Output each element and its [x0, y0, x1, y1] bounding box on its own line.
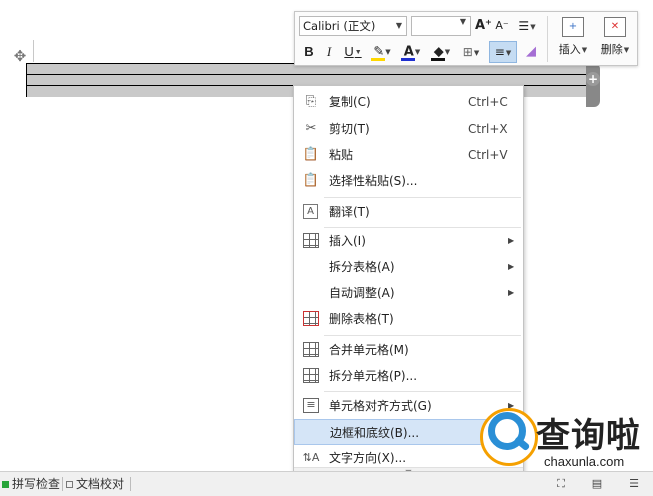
menu-item-cut[interactable]: ✂ 剪切(T) Ctrl+X [294, 116, 523, 142]
menu-item-label: 剪切(T) [329, 122, 370, 136]
border-grid-icon: ⊞ [462, 45, 473, 59]
line-spacing-icon: ☰ [518, 19, 530, 33]
italic-button[interactable]: I [321, 42, 337, 62]
shrink-font-button[interactable]: A⁻ [494, 16, 510, 36]
line-spacing-button[interactable]: ☰▼ [513, 16, 541, 36]
menu-item-shortcut: Ctrl+V [468, 148, 508, 162]
menu-item-delete-table[interactable]: 删除表格(T) [294, 306, 523, 332]
insert-button[interactable]: + 插入▼ [551, 15, 595, 63]
add-column-icon[interactable]: + [586, 72, 600, 86]
shading-button[interactable]: ◆▼ [429, 42, 455, 62]
menu-item-shortcut: Ctrl+C [468, 95, 508, 109]
logo-text: 查询啦 [536, 416, 641, 456]
watermark-logo: 查询啦 chaxunla.com [474, 404, 653, 476]
eraser-icon: ◢ [526, 44, 536, 59]
paste-special-icon: 📋 [302, 173, 320, 188]
menu-separator [324, 391, 521, 392]
menu-item-label: 删除表格(T) [329, 312, 394, 326]
menu-item-label: 拆分表格(A) [329, 260, 395, 274]
fullscreen-icon: ⛶ [557, 477, 565, 490]
menu-item-shortcut: Ctrl+X [468, 122, 508, 136]
chevron-down-icon: ▼ [459, 17, 466, 26]
menu-item-label: 复制(C) [329, 95, 371, 109]
translate-icon: A [303, 204, 318, 219]
delete-button[interactable]: ✕ 删除▼ [593, 15, 637, 63]
menu-item-label: 翻译(T) [329, 205, 370, 219]
doc-proof-toggle[interactable]: 文档校对 [66, 475, 124, 493]
paste-icon: 📋 [302, 147, 320, 162]
menu-item-label: 拆分单元格(P)... [329, 369, 418, 383]
logo-domain: chaxunla.com [544, 454, 625, 469]
spell-check-label: 拼写检查 [12, 477, 61, 491]
font-name-value: Calibri (正文) [303, 19, 376, 33]
menu-item-split-table[interactable]: 拆分表格(A) ▶ [294, 254, 523, 280]
menu-separator [324, 197, 521, 198]
delete-label: 删除 [600, 43, 623, 56]
chevron-right-icon: ▶ [508, 236, 515, 245]
menu-item-split-cells[interactable]: 拆分单元格(P)... [294, 363, 523, 389]
chevron-right-icon: ▶ [508, 288, 515, 297]
copy-icon: ⎘ [305, 94, 317, 109]
align-left-icon: ≡ [494, 45, 505, 59]
page-view-button[interactable]: ▤ [588, 475, 606, 493]
menu-item-label: 单元格对齐方式(G) [329, 399, 432, 413]
status-indicator-icon [2, 481, 9, 488]
highlight-button[interactable]: ✎▼ [369, 42, 395, 62]
margin-marker [33, 40, 34, 62]
menu-item-merge-cells[interactable]: 合并单元格(M) [294, 337, 523, 363]
outline-view-button[interactable]: ☰ [625, 475, 643, 493]
focus-mode-button[interactable]: ⛶ [552, 475, 570, 493]
chevron-right-icon: ▶ [508, 262, 515, 271]
menu-item-translate[interactable]: A 翻译(T) [294, 199, 523, 225]
outline-view-icon: ☰ [629, 477, 639, 490]
menu-item-label: 自动调整(A) [329, 286, 395, 300]
font-size-select[interactable]: ▼ [411, 16, 471, 36]
page-view-icon: ▤ [591, 477, 603, 490]
underline-label: U [344, 44, 354, 59]
menu-item-label: 插入(I) [329, 234, 366, 248]
insert-label: 插入 [558, 43, 581, 56]
menu-item-label: 合并单元格(M) [329, 343, 409, 357]
eraser-button[interactable]: ◢ [522, 42, 540, 62]
merge-cells-icon [303, 342, 319, 357]
split-cells-icon [303, 368, 319, 383]
status-divider [62, 477, 63, 491]
menu-item-autofit[interactable]: 自动调整(A) ▶ [294, 280, 523, 306]
table-insert-icon: + [562, 17, 584, 37]
menu-separator [324, 335, 521, 336]
menu-item-label: 选择性粘贴(S)... [329, 174, 418, 188]
menu-item-copy[interactable]: ⎘ 复制(C) Ctrl+C [294, 89, 523, 115]
underline-button[interactable]: U▼ [341, 42, 365, 62]
font-name-select[interactable]: Calibri (正文) ▼ [299, 16, 407, 36]
spell-check-toggle[interactable]: 拼写检查 [2, 475, 60, 493]
menu-item-insert[interactable]: 插入(I) ▶ [294, 228, 523, 254]
menu-item-paste-special[interactable]: 📋 选择性粘贴(S)... [294, 168, 523, 194]
text-direction-icon: ⇅A [302, 451, 320, 464]
table-insert-icon [303, 233, 319, 248]
menu-item-label: 粘贴 [329, 148, 354, 162]
scissors-icon: ✂ [305, 121, 317, 136]
chevron-down-icon: ▼ [395, 21, 402, 30]
doc-proof-label: 文档校对 [76, 477, 125, 491]
table-delete-icon: ✕ [604, 17, 626, 37]
grow-font-button[interactable]: A⁺ [475, 16, 492, 36]
bold-button[interactable]: B [301, 42, 317, 62]
checkbox-icon [66, 481, 73, 488]
table-delete-icon [303, 311, 319, 326]
toolbar-divider [547, 16, 548, 62]
mini-toolbar: Calibri (正文) ▼ ▼ A⁺ A⁻ ☰▼ B I U▼ ✎▼ A▼ ◆… [294, 11, 638, 66]
font-color-button[interactable]: A▼ [399, 42, 425, 62]
menu-item-label: 边框和底纹(B)... [330, 426, 420, 440]
border-button[interactable]: ⊞▼ [459, 42, 483, 62]
align-button[interactable]: ≡▼ [489, 41, 517, 63]
cell-align-icon: ≡ [303, 398, 319, 413]
status-divider [130, 477, 131, 491]
menu-item-paste[interactable]: 📋 粘贴 Ctrl+V [294, 142, 523, 168]
